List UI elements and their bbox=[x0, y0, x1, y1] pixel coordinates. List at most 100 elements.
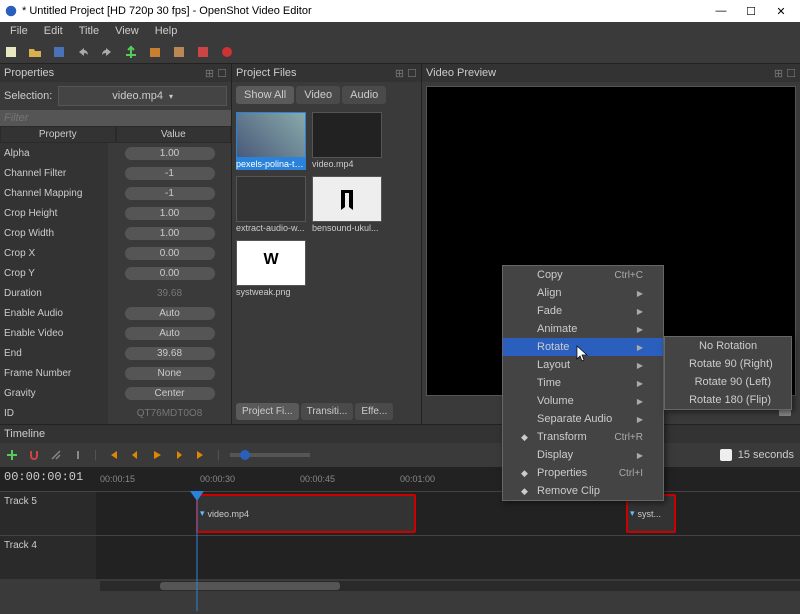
selection-label: Selection: bbox=[4, 90, 52, 102]
context-menu-item[interactable]: Animate▶ bbox=[503, 320, 663, 338]
maximize-button[interactable]: ☐ bbox=[736, 1, 766, 21]
property-name: Crop Width bbox=[0, 223, 108, 243]
play-icon[interactable] bbox=[151, 449, 163, 461]
import-files-icon[interactable] bbox=[148, 45, 162, 59]
submenu-arrow-icon: ▶ bbox=[637, 415, 643, 424]
tab-audio[interactable]: Audio bbox=[342, 86, 386, 104]
context-menu-item[interactable]: ◆TransformCtrl+R bbox=[503, 428, 663, 446]
marker-icon[interactable] bbox=[72, 449, 84, 461]
menu-item-label: Copy bbox=[537, 269, 563, 281]
tab-project-files[interactable]: Project Fi... bbox=[236, 403, 299, 420]
property-value: QT76MDT0O8 bbox=[125, 407, 215, 420]
context-menu-item[interactable]: Align▶ bbox=[503, 284, 663, 302]
fullscreen-icon[interactable] bbox=[196, 45, 210, 59]
submenu-item[interactable]: No Rotation bbox=[665, 337, 791, 355]
file-name: pexels-polina-ta... bbox=[236, 158, 306, 170]
ruler-tick: 00:00:30 bbox=[200, 474, 300, 484]
property-value[interactable]: 1.00 bbox=[125, 227, 215, 240]
menu-item-label: Time bbox=[537, 377, 561, 389]
submenu-item[interactable]: Rotate 90 (Left) bbox=[665, 373, 791, 391]
property-value[interactable]: 1.00 bbox=[125, 207, 215, 220]
context-menu-item[interactable]: Display▶ bbox=[503, 446, 663, 464]
property-value: -1 bbox=[125, 187, 215, 200]
property-value[interactable]: 1.00 bbox=[125, 147, 215, 160]
snap-icon[interactable] bbox=[28, 449, 40, 461]
menu-view[interactable]: View bbox=[109, 24, 145, 38]
property-value[interactable]: Auto bbox=[125, 327, 215, 340]
selection-dropdown[interactable]: video.mp4 ▾ bbox=[58, 86, 227, 106]
window-titlebar: * Untitled Project [HD 720p 30 fps] - Op… bbox=[0, 0, 800, 22]
next-frame-icon[interactable] bbox=[173, 449, 185, 461]
context-menu-item[interactable]: Separate Audio▶ bbox=[503, 410, 663, 428]
panel-dock-icon[interactable]: ⊞ ☐ bbox=[395, 67, 417, 80]
file-thumbnail[interactable]: pexels-polina-ta... bbox=[236, 112, 306, 170]
undo-icon[interactable] bbox=[76, 45, 90, 59]
tab-video[interactable]: Video bbox=[296, 86, 340, 104]
tab-transitions[interactable]: Transiti... bbox=[301, 403, 354, 420]
redo-icon[interactable] bbox=[100, 45, 114, 59]
menu-item-label: Animate bbox=[537, 323, 577, 335]
property-name: End bbox=[0, 343, 108, 363]
menu-item-label: Remove Clip bbox=[537, 485, 600, 497]
file-thumbnail[interactable]: Wsystweak.png bbox=[236, 240, 306, 298]
properties-header: Properties bbox=[4, 67, 54, 79]
profile-icon[interactable] bbox=[172, 45, 186, 59]
submenu-label: Rotate 180 (Flip) bbox=[689, 394, 771, 406]
razor-icon[interactable] bbox=[50, 449, 62, 461]
property-filter-input[interactable] bbox=[4, 112, 227, 124]
menu-help[interactable]: Help bbox=[149, 24, 184, 38]
jump-end-icon[interactable] bbox=[195, 449, 207, 461]
tab-show-all[interactable]: Show All bbox=[236, 86, 294, 104]
property-value[interactable]: Center bbox=[125, 387, 215, 400]
timeline-ruler[interactable]: 00:00:00:01 00:00:15 00:00:30 00:00:45 0… bbox=[0, 467, 800, 491]
import-icon[interactable] bbox=[124, 45, 138, 59]
app-icon bbox=[4, 4, 18, 18]
snap-checkbox[interactable] bbox=[720, 449, 732, 461]
menu-item-label: Fade bbox=[537, 305, 562, 317]
project-files-header: Project Files bbox=[236, 67, 297, 79]
context-menu-item[interactable]: ◆Remove Clip bbox=[503, 482, 663, 500]
zoom-slider[interactable] bbox=[230, 453, 310, 457]
submenu-item[interactable]: Rotate 90 (Right) bbox=[665, 355, 791, 373]
timecode-display: 00:00:00:01 bbox=[4, 470, 83, 484]
close-button[interactable]: ✕ bbox=[766, 1, 796, 21]
menu-edit[interactable]: Edit bbox=[38, 24, 69, 38]
timeline-panel: Timeline | | 15 seconds 00:00:00:01 00:0… bbox=[0, 424, 800, 591]
timeline-clip[interactable]: ▾video.mp4 bbox=[196, 494, 416, 533]
track-header[interactable]: Track 4 bbox=[0, 536, 96, 579]
context-menu-item[interactable]: Time▶ bbox=[503, 374, 663, 392]
menu-file[interactable]: File bbox=[4, 24, 34, 38]
submenu-arrow-icon: ▶ bbox=[637, 397, 643, 406]
property-value[interactable]: 0.00 bbox=[125, 267, 215, 280]
panel-dock-icon[interactable]: ⊞ ☐ bbox=[774, 67, 796, 80]
file-thumbnail[interactable]: extract-audio-w... bbox=[236, 176, 306, 234]
new-project-icon[interactable] bbox=[4, 45, 18, 59]
open-project-icon[interactable] bbox=[28, 45, 42, 59]
export-icon[interactable] bbox=[220, 45, 234, 59]
property-value[interactable]: None bbox=[125, 367, 215, 380]
track-header[interactable]: Track 5 bbox=[0, 492, 96, 535]
property-value[interactable]: 39.68 bbox=[125, 347, 215, 360]
file-thumbnail[interactable]: bensound-ukul... bbox=[312, 176, 382, 234]
jump-start-icon[interactable] bbox=[107, 449, 119, 461]
context-menu-item[interactable]: Fade▶ bbox=[503, 302, 663, 320]
file-thumbnail[interactable]: video.mp4 bbox=[312, 112, 382, 170]
property-value[interactable]: 0.00 bbox=[125, 247, 215, 260]
submenu-item[interactable]: Rotate 180 (Flip) bbox=[665, 391, 791, 409]
property-value[interactable]: Auto bbox=[125, 307, 215, 320]
panel-dock-icon[interactable]: ⊞ ☐ bbox=[205, 67, 227, 80]
minimize-button[interactable]: — bbox=[706, 1, 736, 21]
menu-item-label: Align bbox=[537, 287, 561, 299]
add-track-icon[interactable] bbox=[6, 449, 18, 461]
timeline-track[interactable]: Track 4 bbox=[0, 535, 800, 579]
clip-label: syst... bbox=[638, 509, 662, 519]
context-menu-item[interactable]: ◆PropertiesCtrl+I bbox=[503, 464, 663, 482]
context-menu-item[interactable]: CopyCtrl+C bbox=[503, 266, 663, 284]
timeline-scrollbar[interactable] bbox=[100, 581, 800, 591]
prev-frame-icon[interactable] bbox=[129, 449, 141, 461]
menu-title[interactable]: Title bbox=[73, 24, 105, 38]
save-project-icon[interactable] bbox=[52, 45, 66, 59]
timeline-track[interactable]: Track 5▾video.mp4▾syst... bbox=[0, 491, 800, 535]
tab-effects[interactable]: Effe... bbox=[355, 403, 393, 420]
context-menu-item[interactable]: Volume▶ bbox=[503, 392, 663, 410]
